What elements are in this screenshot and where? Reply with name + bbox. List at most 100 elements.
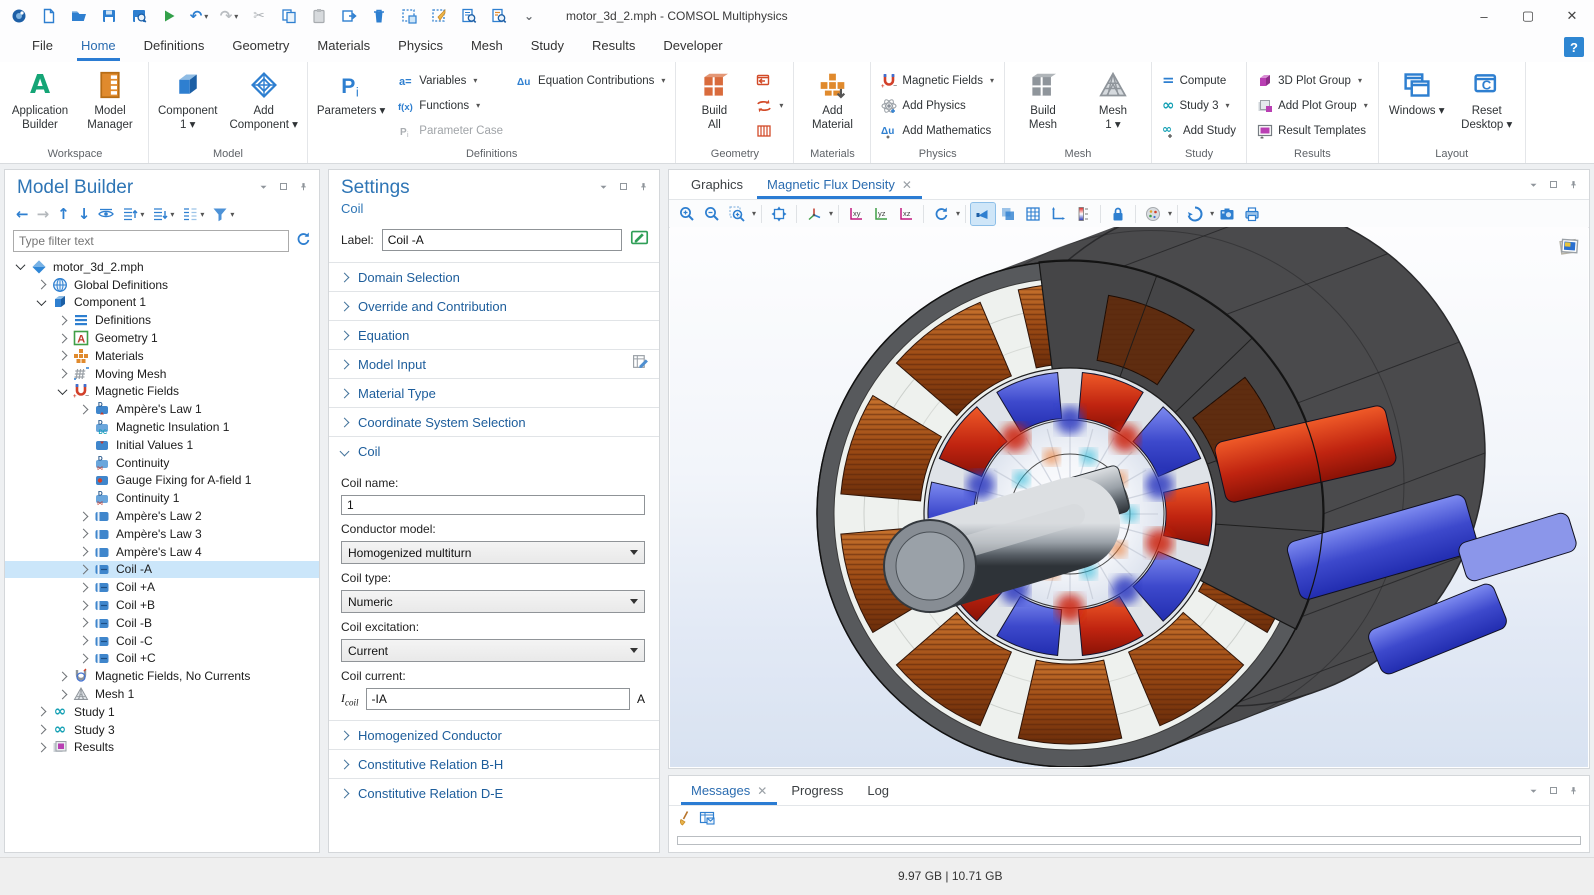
view-xz-button[interactable]: xz <box>894 203 918 225</box>
tree-item-study-3[interactable]: ∞Study 3 <box>5 721 319 739</box>
expand-chevron-icon[interactable] <box>58 333 68 343</box>
copy-button[interactable] <box>276 4 302 28</box>
coil-current-input[interactable] <box>366 688 630 710</box>
menu-tab-materials[interactable]: Materials <box>303 32 384 62</box>
close-tab-icon[interactable]: ✕ <box>757 784 767 798</box>
float-panel-icon[interactable] <box>619 181 631 199</box>
expand-chevron-icon[interactable] <box>58 671 68 681</box>
expand-chevron-icon[interactable] <box>37 742 47 752</box>
add-plot-group-button[interactable]: Add Plot Group▾ <box>1251 93 1374 118</box>
graphics-tab-magnetic-flux-density[interactable]: Magnetic Flux Density✕ <box>755 170 924 199</box>
app-logo-button[interactable] <box>6 4 32 28</box>
conductor-model-select[interactable]: Homogenized multiturn <box>341 541 645 564</box>
move-down-button[interactable]: ↓ <box>75 204 94 224</box>
close-tab-icon[interactable]: ✕ <box>902 178 912 192</box>
model-manager-button[interactable]: Model Manager <box>76 64 144 135</box>
paste-button[interactable] <box>306 4 332 28</box>
compute-button[interactable]: =Compute <box>1156 68 1242 93</box>
tree-item-magnetic-insulation-1[interactable]: DDCMagnetic Insulation 1 <box>5 418 319 436</box>
tree-item-results[interactable]: Results <box>5 739 319 757</box>
graphics-tab-graphics[interactable]: Graphics <box>679 170 755 199</box>
show-grid-button[interactable] <box>1021 203 1045 225</box>
panel-menu-icon[interactable] <box>1529 180 1541 192</box>
section-coil[interactable]: Coil <box>329 436 659 465</box>
label-input[interactable] <box>382 229 622 251</box>
expand-chevron-icon[interactable] <box>79 404 89 414</box>
pin-panel-icon[interactable] <box>1569 180 1581 192</box>
expand-chevron-icon[interactable] <box>79 653 89 663</box>
open-button[interactable] <box>66 4 92 28</box>
environment-button[interactable] <box>1141 203 1165 225</box>
tree-item-continuity-1[interactable]: D⋈Continuity 1 <box>5 489 319 507</box>
result-templates-button[interactable]: Result Templates <box>1251 118 1374 143</box>
chevron-down-icon[interactable]: ▾ <box>1210 209 1214 218</box>
float-panel-icon[interactable] <box>279 181 291 199</box>
reset-desktop-button[interactable]: CReset Desktop ▾ <box>1453 64 1521 135</box>
tree-item-amp-re-s-law-1[interactable]: DAmpère's Law 1 <box>5 400 319 418</box>
section-equation[interactable]: Equation <box>329 320 659 349</box>
expand-chevron-icon[interactable] <box>79 618 89 628</box>
windows-button[interactable]: Windows ▾ <box>1383 64 1451 120</box>
tree-item-amp-re-s-law-3[interactable]: Ampère's Law 3 <box>5 525 319 543</box>
tree-item-moving-mesh[interactable]: Moving Mesh <box>5 365 319 383</box>
find-button[interactable] <box>456 4 482 28</box>
build-mesh-button[interactable]: Build Mesh <box>1009 64 1077 135</box>
clear-messages-button[interactable] <box>677 810 693 831</box>
zoom-in-button[interactable] <box>675 203 699 225</box>
tree-item-coil-a[interactable]: Coil +A <box>5 578 319 596</box>
section-domain-selection[interactable]: Domain Selection <box>329 262 659 291</box>
model-input-edit-icon[interactable] <box>632 353 649 370</box>
save-button[interactable] <box>96 4 122 28</box>
plot-thumbnails-icon[interactable] <box>1558 235 1580 262</box>
qat-customize-button[interactable]: ⌄ <box>516 4 542 28</box>
expand-chevron-icon[interactable] <box>37 280 47 290</box>
coil-excitation-select[interactable]: Current <box>341 639 645 662</box>
magnetic-fields-button[interactable]: +−Magnetic Fields▾ <box>875 68 1000 93</box>
import-geometry-button[interactable] <box>750 68 789 93</box>
expand-chevron-icon[interactable] <box>79 564 89 574</box>
parameter-case-button[interactable]: PiParameter Case <box>392 118 509 143</box>
delete-button[interactable] <box>366 4 392 28</box>
help-button[interactable]: ? <box>1564 37 1584 57</box>
float-panel-icon[interactable] <box>1549 786 1561 798</box>
snapshot-button[interactable] <box>1215 203 1239 225</box>
panel-menu-icon[interactable] <box>599 181 611 199</box>
refresh-filter-icon[interactable] <box>295 231 311 252</box>
menu-tab-study[interactable]: Study <box>517 32 578 62</box>
tree-item-geometry-1[interactable]: AGeometry 1 <box>5 329 319 347</box>
expand-chevron-icon[interactable] <box>79 511 89 521</box>
3d-plot-group-button[interactable]: 3D Plot Group▾ <box>1251 68 1374 93</box>
run-button[interactable] <box>156 4 182 28</box>
lock-view-button[interactable] <box>1106 203 1130 225</box>
add-study-button[interactable]: ∞Add Study <box>1156 118 1242 143</box>
parameters-button[interactable]: PiParameters ▾ <box>312 64 390 120</box>
coil-name-input[interactable] <box>341 495 645 515</box>
tree-item-amp-re-s-law-4[interactable]: Ampère's Law 4 <box>5 543 319 561</box>
graphics-canvas[interactable] <box>670 227 1588 767</box>
add-component-button[interactable]: Add Component ▾ <box>224 64 302 135</box>
close-button[interactable]: ✕ <box>1550 0 1594 32</box>
print-button[interactable] <box>1240 203 1264 225</box>
add-material-button[interactable]: Add Material <box>798 64 866 135</box>
back-button[interactable]: ← <box>13 204 32 224</box>
model-tree-node-button[interactable]: ▾ <box>179 204 207 224</box>
tree-item-coil-a[interactable]: Coil -A <box>5 561 319 579</box>
select-box-button[interactable] <box>396 4 422 28</box>
chevron-down-icon[interactable]: ▾ <box>829 209 833 218</box>
undo-button[interactable]: ↶▾ <box>186 4 212 28</box>
menu-tab-mesh[interactable]: Mesh <box>457 32 517 62</box>
tree-item-initial-values-1[interactable]: Initial Values 1 <box>5 436 319 454</box>
expand-chevron-icon[interactable] <box>58 315 68 325</box>
section-override-and-contribution[interactable]: Override and Contribution <box>329 291 659 320</box>
view-yz-button[interactable]: yz <box>869 203 893 225</box>
messages-tab-log[interactable]: Log <box>855 776 901 805</box>
section-homogenized-conductor[interactable]: Homogenized Conductor <box>329 720 659 749</box>
rotate-view-button[interactable] <box>929 203 953 225</box>
rebuild-button[interactable]: ▾ <box>750 93 789 118</box>
menu-tab-home[interactable]: Home <box>67 32 130 62</box>
tree-item-component-1[interactable]: Component 1 <box>5 294 319 312</box>
rename-icon[interactable] <box>630 228 649 252</box>
coil-type-select[interactable]: Numeric <box>341 590 645 613</box>
section-material-type[interactable]: Material Type <box>329 378 659 407</box>
pin-panel-icon[interactable] <box>639 181 651 199</box>
